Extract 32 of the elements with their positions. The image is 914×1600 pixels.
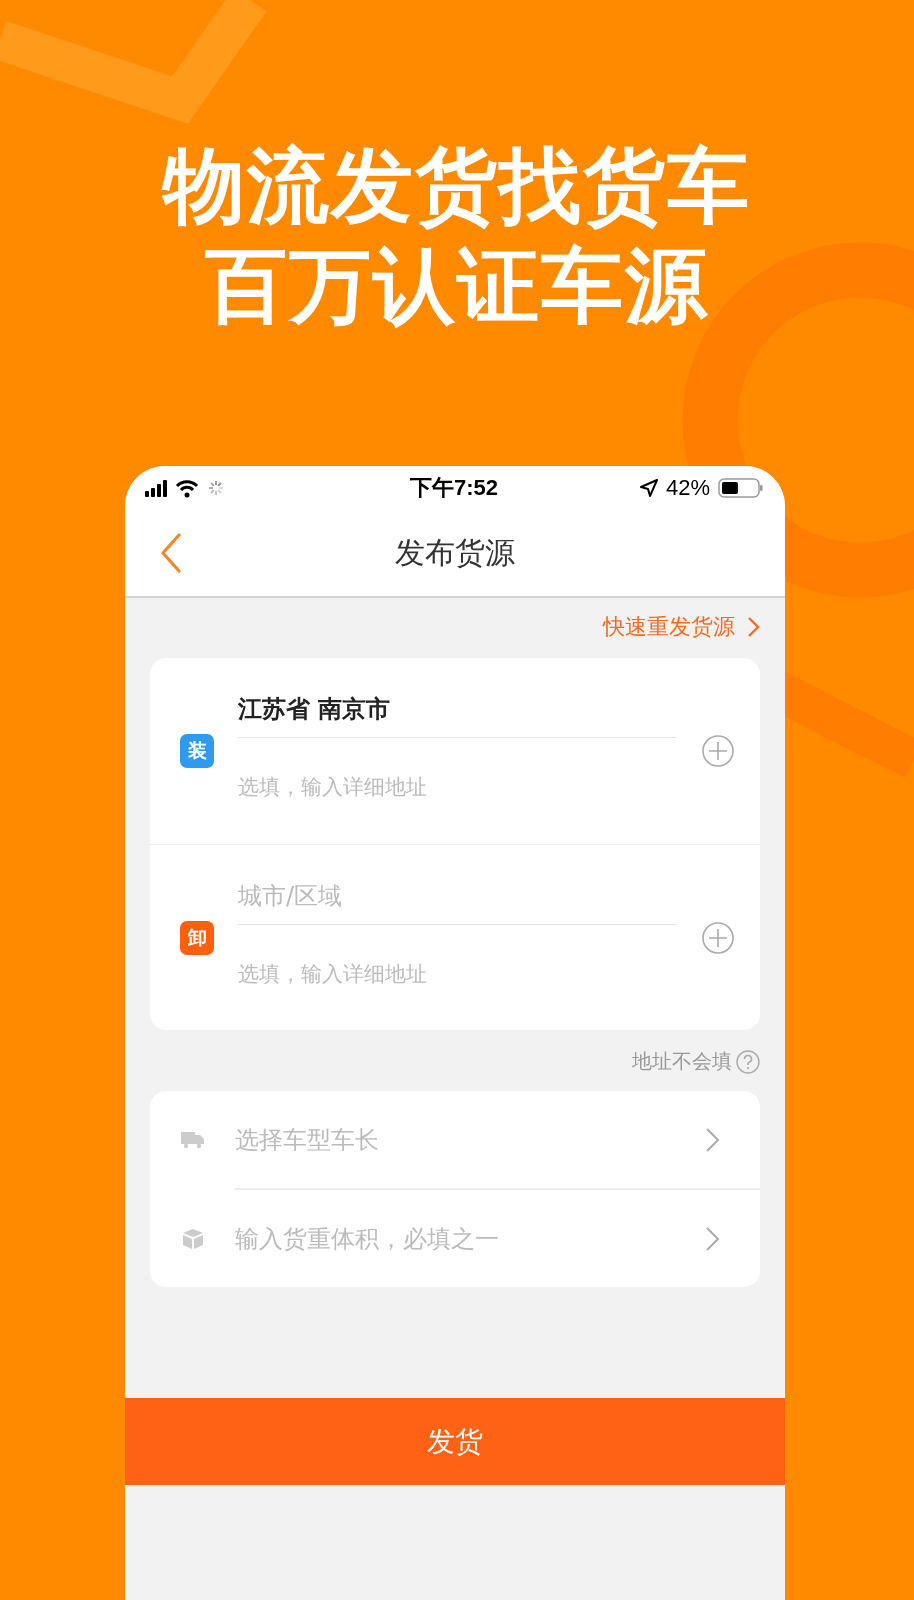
battery-percent: 42% — [665, 475, 710, 501]
placeholder-text: 选择车型车长 — [235, 1124, 380, 1156]
city-field[interactable]: 江苏省 南京市 — [238, 695, 676, 738]
submit-button[interactable]: 发货 — [125, 1398, 785, 1485]
location-arrow-icon — [639, 479, 658, 497]
signal-icon — [145, 479, 167, 497]
page-title: 发布货源 — [395, 533, 515, 572]
address-field[interactable]: 选填，输入详细地址 — [238, 953, 676, 994]
add-icon[interactable] — [702, 921, 734, 954]
route-badge: 卸 — [180, 920, 214, 955]
vehicle-selector[interactable]: 选择车型车长 — [150, 1091, 760, 1188]
quick-repost-link[interactable]: 快速重发货源 — [603, 612, 760, 642]
chevron-right-icon — [705, 1126, 720, 1153]
headline-text: 百万认证车源 — [205, 237, 709, 335]
wifi-icon — [175, 478, 199, 498]
add-icon[interactable] — [702, 735, 734, 767]
headline-text: 物流发货找货车 — [163, 137, 751, 235]
chevron-right-icon — [705, 1225, 720, 1252]
box-icon — [181, 1227, 204, 1250]
address-field[interactable]: 选填，输入详细地址 — [238, 767, 676, 807]
back-icon[interactable] — [160, 533, 182, 573]
battery-icon — [718, 478, 763, 498]
route-badge: 装 — [180, 734, 214, 768]
status-time: 下午7:52 — [410, 474, 499, 502]
truck-icon — [181, 1130, 204, 1149]
placeholder-text: 输入货重体积，必填之一 — [235, 1223, 500, 1255]
cargo-selector[interactable]: 输入货重体积，必填之一 — [235, 1188, 760, 1287]
spinner-icon — [207, 479, 225, 497]
chevron-right-icon — [747, 616, 760, 638]
help-text: 地址不会填 — [632, 1048, 732, 1075]
help-icon[interactable] — [736, 1049, 760, 1074]
city-field[interactable]: 城市/区域 — [238, 881, 676, 925]
